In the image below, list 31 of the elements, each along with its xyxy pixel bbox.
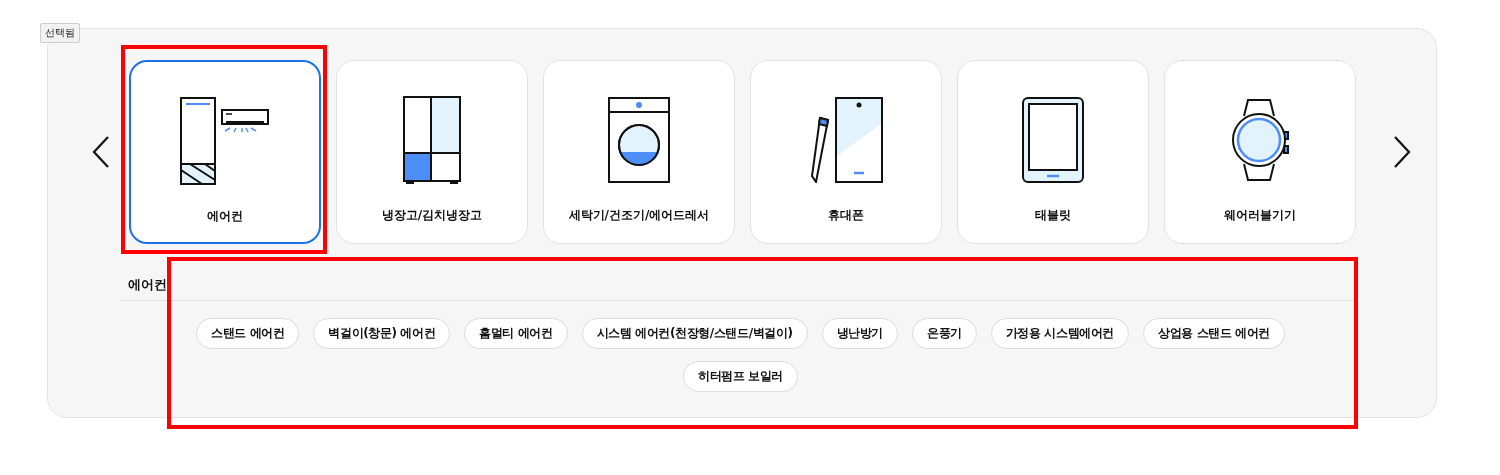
category-label: 태블릿 — [1035, 207, 1071, 224]
category-label: 냉장고/김치냉장고 — [381, 207, 483, 224]
subcategory-chip[interactable]: 냉난방기 — [821, 318, 898, 349]
subcategory-chip[interactable]: 스탠드 에어컨 — [196, 318, 300, 349]
tablet-icon — [1022, 97, 1084, 183]
category-card[interactable]: 에어컨 — [129, 60, 321, 244]
category-label: 웨어러블기기 — [1224, 207, 1296, 224]
subcategory-chip[interactable]: 벽걸이(창문) 에어컨 — [313, 318, 451, 349]
subcategory-chip[interactable]: 가정용 시스템에어컨 — [990, 318, 1129, 349]
category-card[interactable]: 웨어러블기기 — [1164, 60, 1356, 244]
subcategory-chip[interactable]: 홈멀티 에어컨 — [464, 318, 568, 349]
chevron-left-icon — [92, 136, 110, 168]
category-card[interactable]: 태블릿 — [957, 60, 1149, 244]
chevron-right-icon — [1393, 136, 1411, 168]
section-heading: 에어컨 — [121, 276, 1356, 301]
selected-tag: 선택됨 — [40, 23, 80, 43]
smartwatch-icon — [1231, 98, 1289, 182]
category-label: 세탁기/건조기/에어드레서 — [568, 207, 710, 224]
washing-machine-icon — [608, 97, 670, 183]
air-conditioner-icon — [180, 96, 270, 186]
category-label: 휴대폰 — [828, 207, 864, 224]
category-card[interactable]: 휴대폰 — [750, 60, 942, 244]
category-card[interactable]: 냉장고/김치냉장고 — [336, 60, 528, 244]
category-label: 에어컨 — [207, 208, 243, 225]
subcategory-chip[interactable]: 히터펌프 보일러 — [683, 361, 798, 392]
refrigerator-icon — [403, 95, 461, 185]
phone-with-pen-icon — [809, 97, 883, 183]
subcategory-chip[interactable]: 상업용 스탠드 에어컨 — [1142, 318, 1285, 349]
subcategory-chip[interactable]: 시스템 에어컨(천장형/스탠드/벽걸이) — [581, 318, 808, 349]
category-card[interactable]: 세탁기/건조기/에어드레서 — [543, 60, 735, 244]
subcategory-chip[interactable]: 온풍기 — [911, 318, 977, 349]
